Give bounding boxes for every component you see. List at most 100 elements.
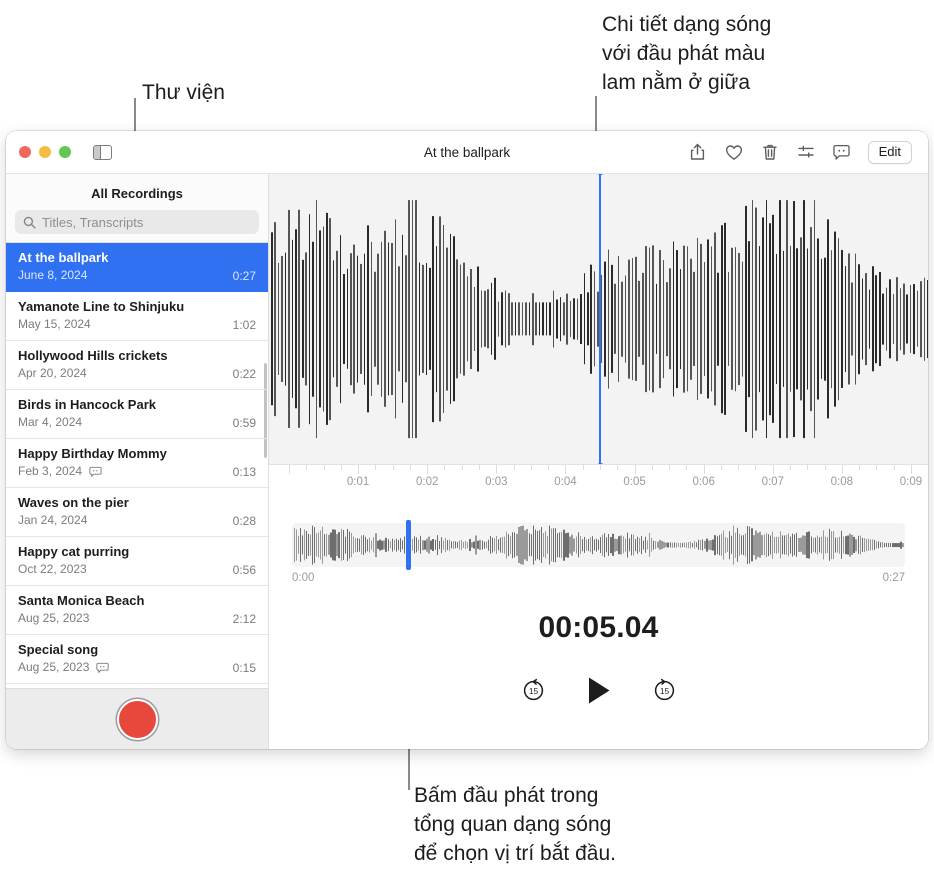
ruler-label: 0:05 bbox=[623, 476, 646, 488]
recording-meta: Jan 24, 2024 0:28 bbox=[18, 513, 256, 528]
waveform-bar bbox=[542, 302, 544, 336]
waveform-bar bbox=[552, 290, 555, 348]
recording-duration: 0:22 bbox=[232, 366, 256, 381]
waveform-detail-view[interactable] bbox=[269, 174, 928, 464]
ruler-tick bbox=[617, 465, 619, 470]
waveform-bar bbox=[758, 246, 761, 392]
recording-duration: 0:15 bbox=[232, 660, 256, 675]
waveform-bar bbox=[820, 258, 823, 380]
recording-meta: Feb 3, 2024 0:13 bbox=[18, 464, 256, 479]
waveform-bar bbox=[823, 257, 826, 381]
waveform-bar bbox=[480, 290, 483, 348]
waveform-bar bbox=[872, 266, 874, 372]
waveform-bar bbox=[329, 218, 331, 420]
waveform-bar bbox=[501, 292, 503, 346]
recording-row[interactable]: Parrots in Buenos Aires bbox=[6, 684, 268, 688]
transcript-badge-icon bbox=[89, 466, 102, 478]
ruler-tick bbox=[340, 465, 342, 470]
playhead-overview[interactable] bbox=[406, 520, 412, 570]
recording-row[interactable]: Happy Birthday Mommy Feb 3, 2024 0:13 bbox=[6, 439, 268, 488]
window-controls bbox=[6, 146, 71, 158]
waveform-bar bbox=[720, 225, 723, 413]
recording-row[interactable]: Happy cat purring Oct 22, 2023 0:56 bbox=[6, 537, 268, 586]
waveform-bar bbox=[769, 223, 771, 415]
waveform-bar bbox=[322, 226, 325, 412]
waveform-bar bbox=[861, 278, 864, 360]
playhead-detail-bottom-handle[interactable] bbox=[595, 463, 605, 464]
waveform-bar bbox=[927, 280, 928, 358]
audio-settings-icon[interactable] bbox=[796, 142, 816, 162]
waveform-bar bbox=[741, 261, 744, 377]
record-button[interactable] bbox=[116, 698, 158, 740]
recordings-list[interactable]: At the ballpark June 8, 2024 0:27 Yamanote … bbox=[6, 242, 268, 688]
waveform-bar bbox=[604, 261, 606, 377]
trash-icon[interactable] bbox=[760, 142, 780, 162]
waveform-bar bbox=[353, 244, 356, 394]
waveform-bar bbox=[817, 238, 819, 400]
recording-row[interactable]: Yamanote Line to Shinjuku May 15, 2024 1:0… bbox=[6, 292, 268, 341]
ruler-tick bbox=[306, 465, 308, 470]
transcript-icon[interactable] bbox=[832, 142, 852, 162]
recording-row[interactable]: Birds in Hancock Park Mar 4, 2024 0:59 bbox=[6, 390, 268, 439]
ruler-tick bbox=[289, 465, 290, 474]
recording-row[interactable]: Hollywood Hills crickets Apr 20, 2024 0:22 bbox=[6, 341, 268, 390]
waveform-bar bbox=[295, 229, 297, 409]
maximize-window-button[interactable] bbox=[59, 146, 71, 158]
sidebar-toggle-icon[interactable] bbox=[93, 144, 112, 160]
share-icon[interactable] bbox=[688, 142, 708, 162]
waveform-bar bbox=[487, 289, 489, 349]
waveform-bar bbox=[277, 262, 280, 376]
waveform-bar bbox=[422, 264, 424, 374]
waveform-bar bbox=[593, 271, 596, 367]
waveform-bar bbox=[892, 293, 895, 345]
ruler-tick bbox=[703, 465, 705, 474]
waveform-bar bbox=[858, 264, 860, 374]
recording-duration: 0:59 bbox=[232, 415, 256, 430]
waveform-bar bbox=[779, 200, 781, 438]
waveform-bar bbox=[439, 216, 441, 422]
waveform-bar bbox=[854, 253, 857, 385]
skip-back-15-icon[interactable]: 15 bbox=[521, 678, 546, 703]
recording-row[interactable]: At the ballpark June 8, 2024 0:27 bbox=[6, 243, 268, 292]
waveform-bar bbox=[432, 216, 435, 422]
recording-title: Santa Monica Beach bbox=[18, 593, 145, 608]
waveform-bar bbox=[707, 239, 709, 399]
close-window-button[interactable] bbox=[19, 146, 31, 158]
ruler-tick bbox=[599, 465, 601, 470]
recording-duration: 0:27 bbox=[232, 268, 256, 283]
waveform-bar bbox=[700, 243, 702, 395]
waveform-bar bbox=[851, 282, 854, 356]
waveform-bar bbox=[497, 301, 500, 337]
waveform-bar bbox=[806, 248, 809, 390]
waveform-bar bbox=[810, 227, 812, 411]
play-button[interactable] bbox=[586, 676, 612, 705]
waveform-bar bbox=[878, 272, 881, 366]
waveform-bar bbox=[916, 290, 919, 348]
heart-icon[interactable] bbox=[724, 142, 744, 162]
recording-meta: Aug 25, 2023 2:12 bbox=[18, 611, 256, 626]
waveform-bar bbox=[404, 255, 407, 383]
waveform-overview[interactable] bbox=[292, 523, 905, 567]
edit-button[interactable]: Edit bbox=[867, 140, 912, 164]
overview-start-time: 0:00 bbox=[292, 572, 315, 584]
playhead-detail[interactable] bbox=[595, 174, 605, 464]
skip-forward-15-icon[interactable]: 15 bbox=[652, 678, 677, 703]
ruler-tick bbox=[669, 465, 671, 470]
ruler-tick bbox=[392, 465, 394, 470]
recording-row[interactable]: Santa Monica Beach Aug 25, 2023 2:12 bbox=[6, 586, 268, 635]
waveform-bar bbox=[679, 269, 682, 369]
recording-row[interactable]: Waves on the pier Jan 24, 2024 0:28 bbox=[6, 488, 268, 537]
search-field[interactable] bbox=[15, 210, 259, 234]
waveform-bar bbox=[841, 249, 843, 389]
recording-row[interactable]: Special song Aug 25, 2023 0:15 bbox=[6, 635, 268, 684]
waveform-bar bbox=[672, 241, 675, 397]
waveform-bar bbox=[559, 297, 562, 341]
waveform-bar bbox=[507, 293, 510, 345]
minimize-window-button[interactable] bbox=[39, 146, 51, 158]
waveform-bar bbox=[751, 200, 754, 438]
recording-title: Yamanote Line to Shinjuku bbox=[18, 299, 185, 314]
waveform-bar bbox=[343, 274, 345, 364]
search-input[interactable] bbox=[42, 214, 251, 230]
waveform-bar bbox=[837, 238, 840, 400]
waveform-bar bbox=[449, 233, 452, 405]
